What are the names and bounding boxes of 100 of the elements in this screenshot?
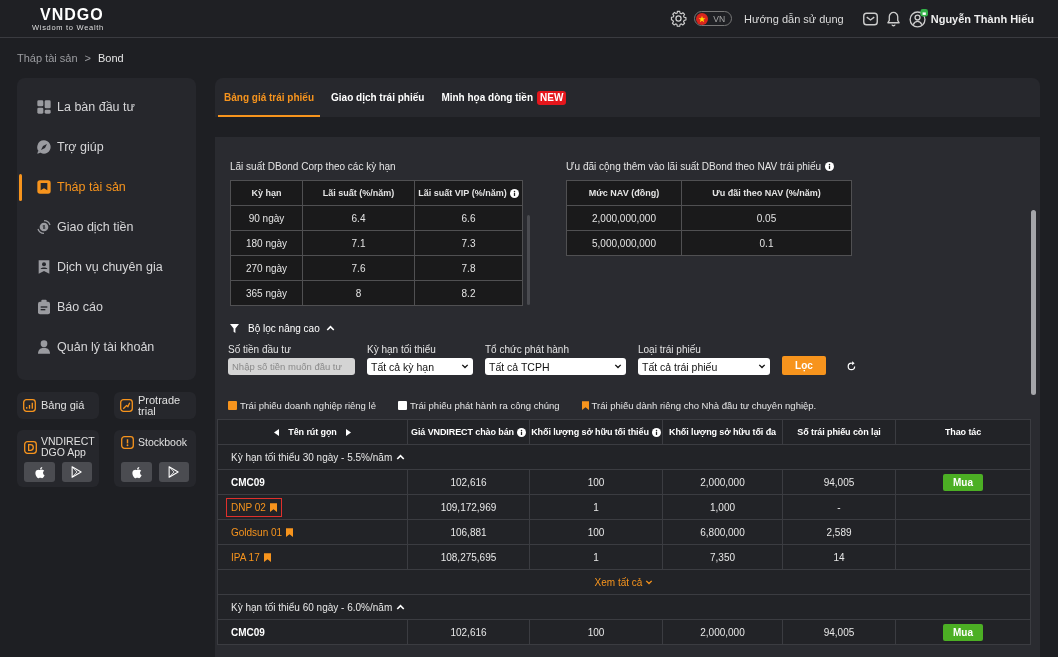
chevron-up-icon[interactable]: [396, 454, 406, 460]
group-toggle[interactable]: Kỳ hạn tối thiểu 60 ngày - 6.0%/năm: [231, 601, 406, 613]
table-cell: 108,275,695: [440, 551, 497, 563]
sidebar-item[interactable]: Báo cáo: [17, 287, 196, 327]
advanced-filter-toggle[interactable]: Bộ lọc nâng cao: [228, 321, 335, 335]
table-cell: 2,000,000,000: [592, 212, 656, 224]
reset-icon[interactable]: [847, 361, 856, 371]
app-name: Stockbook: [138, 437, 188, 448]
table-cell: 1,000: [710, 501, 735, 513]
settings-icon[interactable]: [670, 10, 688, 27]
legend-label: Trái phiếu phát hành ra công chúng: [409, 399, 560, 411]
apple-icon: [33, 465, 45, 479]
mail-icon[interactable]: [862, 11, 878, 26]
dropdown[interactable]: Tất cả TCPH: [485, 358, 626, 375]
table-cell: 5,000,000,000: [592, 237, 656, 249]
sidebar-item[interactable]: Quản lý tài khoản: [17, 327, 196, 367]
table-cell: 7.3: [461, 237, 476, 249]
person-icon: [36, 339, 52, 355]
table-cell: 8: [355, 287, 362, 299]
caret-left-icon[interactable]: [274, 428, 280, 436]
table-cell: 7,350: [710, 551, 735, 563]
table-cell: 0.1: [759, 237, 774, 249]
logo: VNDGO: [40, 5, 104, 23]
table-cell: 94,005: [823, 476, 855, 488]
table-cell: 2,000,000: [700, 626, 745, 638]
table-cell: 7.1: [351, 237, 366, 249]
app-store-button[interactable]: [24, 462, 55, 482]
column-header: Thao tác: [944, 427, 982, 437]
trend-icon: [120, 399, 133, 412]
chevron-up-icon[interactable]: [396, 604, 406, 610]
bond-name[interactable]: CMC09: [231, 626, 265, 638]
play-store-button[interactable]: [158, 462, 189, 482]
chevron-down-icon: [461, 364, 469, 369]
column-header: Ưu đãi theo NAV (%/năm): [712, 188, 821, 198]
sidebar-item[interactable]: Dịch vụ chuyên gia: [17, 247, 196, 287]
user-name: Nguyễn Thành Hiếu: [930, 12, 1034, 25]
chart-icon: [23, 399, 36, 412]
column-header: Kỳ hạn: [251, 188, 282, 198]
exclamation-icon: [121, 436, 134, 449]
bond-name[interactable]: Goldsun 01: [231, 526, 283, 538]
app-store-button[interactable]: [121, 462, 152, 482]
bookmark-icon: [36, 179, 52, 195]
table-cell: 2,589: [826, 526, 852, 538]
table-cell: 100: [587, 626, 605, 638]
field-label: Kỳ hạn tối thiểu: [367, 344, 437, 356]
table-cell: 1: [593, 551, 599, 563]
app-name: VNDIRECT DGO App: [41, 436, 95, 458]
breadcrumb-link[interactable]: Tháp tài sản: [17, 52, 78, 64]
play-icon: [71, 466, 83, 478]
column-header: Lãi suất VIP (%/năm): [418, 188, 507, 198]
table-cell: 8.2: [461, 287, 476, 299]
field-label: Số tiền đầu tư: [228, 344, 292, 356]
field-label: Loại trái phiếu: [638, 344, 702, 356]
view-all-link[interactable]: Xem tất cả: [594, 576, 654, 588]
filter-icon: [230, 323, 239, 333]
bond-name[interactable]: CMC09: [231, 476, 265, 488]
table-cell: 270 ngày: [245, 262, 288, 274]
table-cell: 1: [593, 501, 599, 513]
chevron-down-icon: [645, 579, 654, 585]
column-header: Tên rút gọn: [288, 427, 337, 437]
table-cell: 90 ngày: [248, 212, 285, 224]
table-cell: 102,616: [450, 626, 487, 638]
tab[interactable]: Minh họa dòng tiền NEW: [435, 78, 573, 117]
caret-right-icon[interactable]: [345, 428, 351, 436]
play-store-button[interactable]: [61, 462, 92, 482]
amount-input[interactable]: Nhập số tiền muốn đầu tư: [228, 358, 355, 375]
column-header: Số trái phiếu còn lại: [797, 427, 881, 437]
app-logo-icon: [24, 440, 37, 454]
sidebar-item[interactable]: Tháp tài sản: [17, 167, 196, 207]
table-cell: 6,800,000: [700, 526, 745, 538]
table-cell: 180 ngày: [245, 237, 288, 249]
bell-icon[interactable]: [885, 10, 901, 27]
help-link[interactable]: Hướng dẫn sử dụng: [744, 12, 844, 25]
legend-label: Trái phiếu doanh nghiệp riêng lẻ: [240, 399, 376, 411]
dropdown[interactable]: Tất cả kỳ hạn: [367, 358, 473, 375]
sidebar-item[interactable]: Trợ giúp: [17, 127, 196, 167]
coin-icon: [36, 219, 52, 235]
quick-link-button[interactable]: Bảng giá: [17, 392, 99, 419]
bond-name[interactable]: DNP 02: [231, 501, 266, 513]
sidebar-item[interactable]: La bàn đầu tư: [17, 87, 196, 127]
column-header: Lãi suất (%/năm): [322, 188, 395, 198]
id-badge-icon: [36, 259, 52, 275]
bond-name[interactable]: IPA 17: [231, 551, 260, 563]
chevron-down-icon: [614, 364, 622, 369]
quick-link-button[interactable]: Protrade trial: [114, 392, 196, 419]
chevron-up-icon[interactable]: [325, 325, 335, 331]
table-cell: 7.6: [351, 262, 366, 274]
tab[interactable]: Bảng giá trái phiếu: [218, 78, 320, 117]
section-title: Ưu đãi cộng thêm vào lãi suất DBond theo NAV trái phiếu: [566, 160, 822, 172]
user-icon[interactable]: [908, 9, 928, 28]
group-toggle[interactable]: Kỳ hạn tối thiểu 30 ngày - 5.5%/năm: [231, 451, 406, 463]
apple-icon: [130, 465, 142, 479]
dropdown[interactable]: Tất cả trái phiếu: [638, 358, 770, 375]
column-header: Giá VNDIRECT chào bán: [411, 427, 514, 437]
table-cell: 109,172,969: [440, 501, 497, 513]
tab[interactable]: Giao dịch trái phiếu: [325, 78, 431, 117]
scrollbar-thumb[interactable]: [1031, 210, 1036, 395]
sidebar-item[interactable]: Giao dịch tiền: [17, 207, 196, 247]
scrollbar-thumb[interactable]: [527, 215, 530, 305]
flag-icon: [696, 12, 709, 25]
